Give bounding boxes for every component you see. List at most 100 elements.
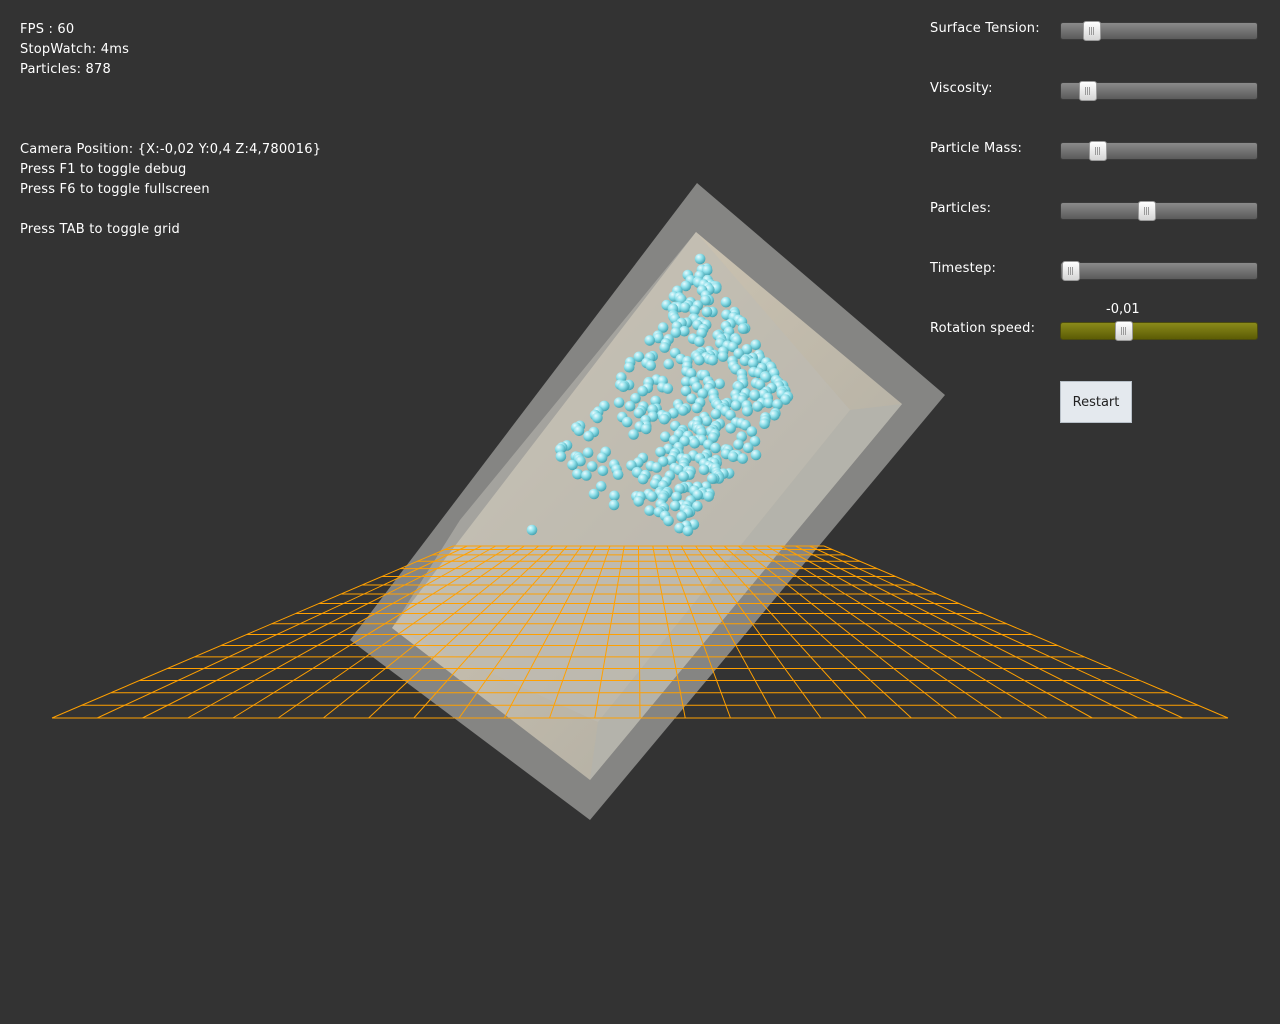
particle-count-readout: Particles: 878 xyxy=(20,62,111,77)
particle xyxy=(582,447,594,459)
timestep-slider[interactable] xyxy=(1060,261,1258,281)
rotation-speed-label: Rotation speed: xyxy=(930,321,1036,336)
particle xyxy=(691,402,703,414)
particle xyxy=(621,416,633,428)
particle xyxy=(597,465,609,477)
particle xyxy=(733,439,744,450)
particle xyxy=(613,397,625,408)
surface-tension-slider[interactable] xyxy=(1060,21,1258,41)
particle xyxy=(694,253,706,265)
particle xyxy=(646,491,658,502)
particle xyxy=(612,469,624,480)
particle xyxy=(703,491,714,502)
particle xyxy=(608,499,620,511)
particle xyxy=(694,336,705,347)
particle xyxy=(581,470,592,481)
particle xyxy=(759,418,770,430)
particle xyxy=(737,323,749,335)
restart-button[interactable]: Restart xyxy=(1060,381,1132,423)
particle xyxy=(655,446,666,458)
particle xyxy=(567,459,578,471)
particle xyxy=(609,490,620,502)
particle xyxy=(694,354,705,366)
particle xyxy=(573,425,585,437)
particle xyxy=(662,383,674,394)
debug-overlay: FPS : 60 StopWatch: 4ms Particles: 878 C… xyxy=(20,20,321,240)
rotation-speed-value: -0,01 xyxy=(1106,302,1140,317)
particle xyxy=(750,449,762,461)
fps-readout: FPS : 60 xyxy=(20,22,75,37)
particle xyxy=(742,442,754,454)
particle-mass-slider-thumb[interactable] xyxy=(1089,141,1108,161)
particle xyxy=(689,438,700,449)
particle xyxy=(588,488,600,500)
particle xyxy=(752,401,763,412)
particle xyxy=(737,453,748,464)
particle xyxy=(727,451,739,463)
grid-line xyxy=(809,545,1183,719)
particle xyxy=(676,511,687,522)
particle-mass-label: Particle Mass: xyxy=(930,141,1023,156)
particle xyxy=(701,415,713,427)
particle xyxy=(526,524,538,536)
particle xyxy=(769,410,780,421)
particle xyxy=(710,408,722,420)
surface-tension-label: Surface Tension: xyxy=(930,21,1040,36)
container-box xyxy=(350,183,945,820)
particle xyxy=(763,397,774,409)
particle xyxy=(720,296,732,308)
particle xyxy=(663,515,674,527)
rotation-speed-slider-thumb[interactable] xyxy=(1114,321,1133,341)
fullscreen-toggle-hint: Press F6 to toggle fullscreen xyxy=(20,182,210,197)
grid-line xyxy=(766,545,1048,719)
particle-mass-slider[interactable] xyxy=(1060,141,1258,161)
particle xyxy=(659,342,670,353)
particle xyxy=(628,429,639,440)
particle xyxy=(678,471,689,482)
particle xyxy=(596,452,608,464)
particle xyxy=(701,306,713,318)
particle xyxy=(725,423,736,434)
particle xyxy=(682,525,694,537)
grid-toggle-hint: Press TAB to toggle grid xyxy=(20,222,180,237)
particle xyxy=(633,496,644,507)
particle xyxy=(645,360,656,371)
particle xyxy=(714,378,725,390)
particles-slider[interactable] xyxy=(1060,201,1258,221)
particle xyxy=(618,381,629,393)
particle xyxy=(707,354,718,366)
particle xyxy=(663,358,674,370)
particle xyxy=(679,302,691,313)
particle xyxy=(772,399,783,410)
viscosity-label: Viscosity: xyxy=(930,81,993,96)
viscosity-slider-thumb[interactable] xyxy=(1079,81,1098,101)
simulation-controls-panel: Surface Tension: Viscosity: Particle Mas… xyxy=(930,0,1270,440)
particle xyxy=(637,473,649,485)
viscosity-slider[interactable] xyxy=(1060,81,1258,101)
particles-slider-thumb[interactable] xyxy=(1138,201,1157,221)
particle xyxy=(624,400,636,412)
particle xyxy=(640,423,652,435)
debug-toggle-hint: Press F1 to toggle debug xyxy=(20,162,187,177)
particle xyxy=(698,464,710,476)
rotation-speed-slider[interactable] xyxy=(1060,321,1258,341)
timestep-slider-thumb[interactable] xyxy=(1061,261,1080,281)
stopwatch-readout: StopWatch: 4ms xyxy=(20,42,130,57)
particle xyxy=(623,361,635,373)
particle xyxy=(746,426,758,437)
particle xyxy=(592,412,603,424)
particle xyxy=(669,500,681,512)
particle xyxy=(644,335,655,346)
particle xyxy=(659,413,670,425)
particle xyxy=(583,430,594,442)
grid-line xyxy=(823,545,1229,719)
grid-line xyxy=(780,545,1093,719)
surface-tension-slider-thumb[interactable] xyxy=(1083,21,1102,41)
timestep-label: Timestep: xyxy=(930,261,997,276)
particle xyxy=(730,400,742,411)
particle xyxy=(742,405,753,417)
camera-position-readout: Camera Position: {X:-0,02 Y:0,4 Z:4,7800… xyxy=(20,142,322,157)
